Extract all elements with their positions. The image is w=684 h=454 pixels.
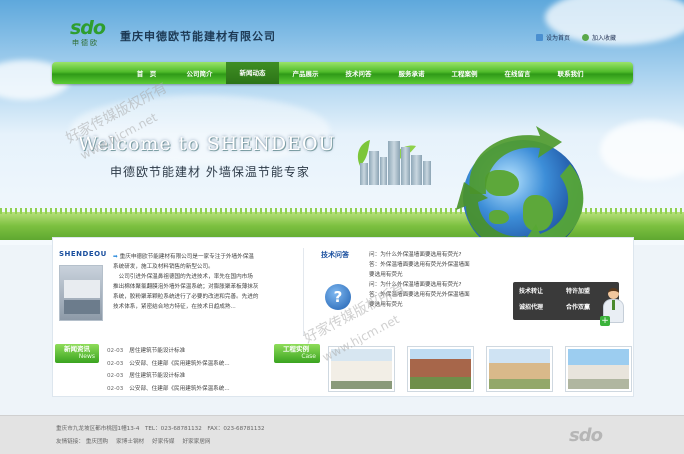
- about-line: 推出棉体聚氯翻膜泡外墙外保温系统；对膨胀聚苯板薄抹灰: [113, 284, 259, 290]
- footer-link[interactable]: 好家家居网: [183, 437, 211, 445]
- plus-icon: +: [600, 316, 610, 326]
- footer-link[interactable]: 好家传媒: [152, 437, 174, 445]
- nav-item-about[interactable]: 公司简介: [173, 68, 226, 78]
- news-date: 02-03: [107, 348, 124, 354]
- about-line[interactable]: 技术体系，紧密结合地方特征，在技术日趋成熟...: [113, 302, 301, 312]
- news-title: 新闻资讯: [64, 345, 90, 353]
- about-line: 重庆申德欧节能建材有限公司是一家专注于外墙外保温: [119, 254, 254, 260]
- news-item[interactable]: 02-03 公安部、住建部《民用建筑外保温系统...: [107, 383, 272, 396]
- nav-item-products[interactable]: 产品展示: [279, 68, 332, 78]
- add-favorite-link[interactable]: 加入收藏: [581, 33, 616, 42]
- nav-item-news[interactable]: 新闻动态: [226, 62, 279, 84]
- news-item-title: 居住建筑节能设计标准: [129, 373, 186, 379]
- site-logo[interactable]: sdo 申德欧: [70, 18, 112, 50]
- home-icon: [535, 34, 543, 41]
- footer-address: 重庆市九龙坡区都市桃园1幢13-4 TEL：023-68781132 FAX：0…: [56, 426, 265, 432]
- about-line: 系统研发，施工及材料销售的新型公司。: [113, 264, 214, 270]
- news-subtitle: News: [78, 353, 95, 360]
- faq-answer: 要选用有荧光: [369, 272, 403, 278]
- logo-subtitle: 申德欧: [72, 39, 99, 47]
- news-section-header[interactable]: 新闻资讯 News: [55, 344, 99, 363]
- case-gallery: [328, 346, 632, 392]
- case-thumbnail[interactable]: [328, 346, 395, 392]
- news-item-title: 公安部、住建部《民用建筑外保温系统...: [129, 385, 230, 392]
- footer-logo: sdo: [569, 425, 603, 446]
- recycle-arrows-icon: [456, 126, 584, 254]
- case-thumbnail[interactable]: [565, 346, 632, 392]
- cases-title: 工程实例: [283, 345, 309, 353]
- favorite-icon: [581, 34, 589, 41]
- banner-welcome: Welcome to SHENDEOU: [78, 133, 336, 155]
- nav-item-cases[interactable]: 工程案例: [438, 68, 491, 78]
- news-date: 02-03: [107, 360, 124, 367]
- faq-list: 问：为什么外保温墙面要选用有荧光? 答：外保温墙面要选用有荧光外保温墙面 要选用…: [369, 250, 499, 310]
- news-item[interactable]: 02-03 居住建筑节能设计标准: [107, 345, 272, 358]
- customer-service-avatar: +: [600, 288, 626, 326]
- nav-item-home[interactable]: 首 页: [120, 68, 173, 78]
- case-thumbnail[interactable]: [486, 346, 553, 392]
- biz-agents[interactable]: 诚招代理: [519, 302, 566, 316]
- set-homepage-link[interactable]: 设为首页: [535, 33, 570, 42]
- banner-slogan: 申德欧节能建材 外墙保温节能专家: [110, 165, 310, 179]
- nav-item-contact[interactable]: 联系我们: [544, 68, 597, 78]
- cases-subtitle: Case: [301, 353, 316, 360]
- arrow-icon: ➡: [113, 254, 120, 260]
- footer-links-label: 友情链接：: [56, 439, 84, 445]
- news-list: 02-03 居住建筑节能设计标准 02-03 公安部、住建部《民用建筑外保温系统..…: [107, 345, 272, 395]
- case-thumbnail[interactable]: [407, 346, 474, 392]
- about-section-tag: SHENDEOU: [59, 250, 107, 258]
- faq-question[interactable]: 问：为什么外保温墙面要选用有荧光?: [369, 250, 499, 260]
- footer-link[interactable]: 家博士钢材: [116, 437, 144, 445]
- faq-answer: 答：外保温墙面要选用有荧光外保温墙面: [369, 262, 470, 268]
- footer-link[interactable]: 重庆团购: [86, 437, 108, 445]
- add-favorite-label: 加入收藏: [591, 35, 616, 42]
- news-item[interactable]: 02-03 居住建筑节能设计标准: [107, 370, 272, 383]
- faq-answer: 要选用有荧光: [369, 302, 403, 308]
- news-date: 02-03: [107, 385, 124, 392]
- about-line: 系统，胶粉聚苯颗粒系统进行了必要的改进和完善。先进的: [113, 294, 259, 300]
- logo-mark: sdo: [70, 17, 106, 39]
- footer: 重庆市九龙坡区都市桃园1幢13-4 TEL：023-68781132 FAX：0…: [0, 415, 684, 454]
- nav-item-service[interactable]: 服务承诺: [385, 68, 438, 78]
- nav-item-faq[interactable]: 技术问答: [332, 68, 385, 78]
- faq-section-tag: 技术问答: [321, 251, 349, 259]
- main-nav: 首 页 公司简介 新闻动态 产品展示 技术问答 服务承诺 工程案例 在线留言 联…: [52, 62, 633, 84]
- news-item-title: 公安部、住建部《民用建筑外保温系统...: [129, 360, 230, 367]
- top-links: 设为首页 加入收藏: [535, 33, 616, 42]
- news-item-title: 居住建筑节能设计标准: [129, 348, 186, 354]
- footer-links-row: 友情链接： 重庆团购 家博士钢材 好家传媒 好家家居网: [56, 437, 211, 445]
- section-divider: [303, 248, 304, 336]
- company-name: 重庆申德欧节能建材有限公司: [120, 30, 276, 43]
- news-date: 02-03: [107, 373, 124, 379]
- news-item[interactable]: 02-03 公安部、住建部《民用建筑外保温系统...: [107, 358, 272, 371]
- set-homepage-label: 设为首页: [545, 35, 570, 42]
- company-building-image[interactable]: [59, 265, 103, 321]
- about-line: 公司引进外保温鼻祖德国的先进技术，率先在国内市场: [113, 274, 253, 280]
- faq-answer: 答：外保温墙面要选用有荧光外保温墙面: [369, 292, 470, 298]
- about-text: ➡ 重庆申德欧节能建材有限公司是一家专注于外墙外保温 系统研发，施工及材料销售的…: [113, 252, 301, 312]
- cases-section-header[interactable]: 工程实例 Case: [274, 344, 320, 363]
- faq-question[interactable]: 问：为什么外保温墙面要选用有荧光?: [369, 280, 499, 290]
- nav-item-message[interactable]: 在线留言: [491, 68, 544, 78]
- question-icon: ?: [325, 284, 351, 310]
- biz-tech-transfer[interactable]: 技术转让: [519, 286, 566, 300]
